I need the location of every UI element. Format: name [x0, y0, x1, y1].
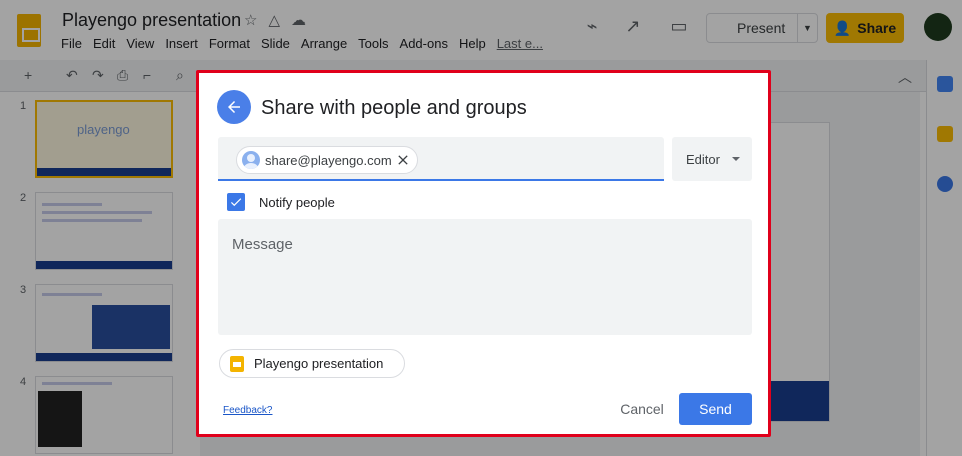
back-button[interactable] [217, 90, 251, 124]
slides-file-icon [230, 355, 244, 372]
message-field[interactable] [218, 219, 752, 335]
remove-recipient-icon[interactable] [395, 152, 411, 168]
file-chip[interactable]: Playengo presentation [219, 349, 405, 378]
send-button[interactable]: Send [679, 393, 752, 425]
notify-checkbox[interactable] [227, 193, 245, 211]
recipient-email: share@playengo.com [265, 152, 392, 168]
cancel-button[interactable]: Cancel [609, 393, 675, 425]
feedback-link[interactable]: Feedback? [223, 405, 272, 416]
role-value: Editor [686, 151, 720, 167]
recipients-input[interactable]: share@playengo.com [218, 137, 664, 181]
notify-row: Notify people [227, 193, 335, 211]
role-dropdown[interactable]: Editor [672, 137, 752, 181]
arrow-back-icon [228, 101, 240, 113]
checkmark-icon [230, 198, 242, 207]
dialog-title: Share with people and groups [261, 97, 527, 119]
share-dialog: Share with people and groups share@playe… [196, 70, 771, 437]
person-avatar-icon [242, 151, 260, 169]
notify-label: Notify people [259, 194, 335, 210]
file-name: Playengo presentation [254, 356, 384, 371]
dropdown-arrow-icon [732, 157, 740, 161]
recipient-chip[interactable]: share@playengo.com [236, 146, 418, 174]
